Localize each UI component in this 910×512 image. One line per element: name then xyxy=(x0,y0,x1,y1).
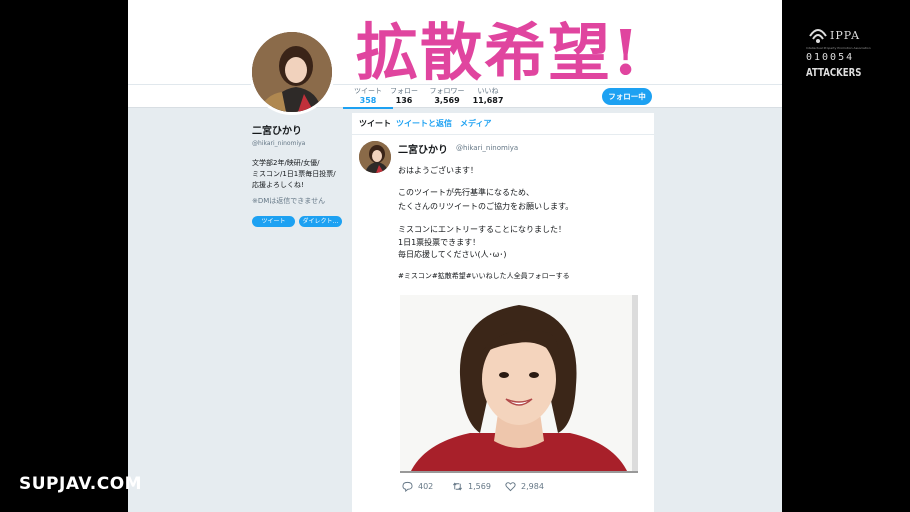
profile-avatar[interactable] xyxy=(249,29,335,115)
stat-likes-label: いいね xyxy=(477,87,499,95)
reply-icon xyxy=(402,481,413,492)
tab-media[interactable]: メディア xyxy=(460,118,491,129)
retweet-action[interactable]: 1,569 xyxy=(452,481,491,492)
like-action[interactable]: 2,984 xyxy=(505,481,544,492)
tweet-text-line: このツイートが先行基準になるため、 xyxy=(398,188,534,197)
dm-note: ※DMは返信できません xyxy=(252,197,326,205)
tweet-text-line: 1日1票投票できます！ xyxy=(398,238,481,247)
bio-line: ミスコン/1日1票毎日投票/ xyxy=(252,170,336,178)
bio-line: 応援よろしくね! xyxy=(252,181,304,189)
ippa-small-text: Intellectual Property Promotion Associat… xyxy=(806,46,871,50)
profile-bio: 文学部2年/映研/女優/ ミスコン/1日1票毎日投票/ 応援よろしくね! xyxy=(252,158,352,191)
profile-name: 二宮ひかり xyxy=(252,126,302,137)
stat-likes-value: 11,687 xyxy=(472,96,504,105)
tweet-hashtags[interactable]: #ミスコン#拡散希望#いいねした人全員フォローする xyxy=(398,271,570,281)
tweet-photo[interactable] xyxy=(400,295,638,473)
profile-nav: ツイート 358 フォロー 136 フォロワー 3,569 いいね 11,687… xyxy=(128,84,782,109)
tweet-author-name[interactable]: 二宮ひかり xyxy=(398,141,448,156)
retweet-icon xyxy=(453,482,462,491)
tab-tweets-replies[interactable]: ツイートと返信 xyxy=(396,118,452,129)
tweet-actions: 402 1,569 2,984 xyxy=(402,481,602,495)
banner-title: 拡散希望! xyxy=(356,16,642,89)
bio-line: 文学部2年/映研/女優/ xyxy=(252,159,320,167)
ippa-mark-icon xyxy=(809,29,827,43)
brand-logo: ATTACKERS xyxy=(806,66,862,79)
stat-likes[interactable]: いいね 11,687 xyxy=(463,87,513,106)
retweet-count: 1,569 xyxy=(468,482,491,491)
tweet-avatar[interactable] xyxy=(359,141,391,173)
reply-action[interactable]: 402 xyxy=(402,481,433,492)
ippa-text: IPPA xyxy=(830,29,861,42)
profile-banner: 拡散希望! xyxy=(128,0,782,89)
ippa-logo: IPPA Intellectual Property Promotion Ass… xyxy=(806,24,876,86)
tweet-text-line: たくさんのリツイートのご協力をお願いします。 xyxy=(398,202,574,211)
tweet-author-handle[interactable]: @hikari_ninomiya xyxy=(456,144,518,152)
direct-message-button[interactable]: ダイレクト… xyxy=(299,216,342,227)
tab-tweets[interactable]: ツイート xyxy=(359,118,391,129)
twitter-profile-screen: 拡散希望! ツイート 358 フォロー 136 フォロワー 3,569 いいね … xyxy=(128,0,782,512)
heart-icon xyxy=(505,482,516,492)
profile-card: 二宮ひかり @hikari_ninomiya 文学部2年/映研/女優/ ミスコン… xyxy=(252,122,352,227)
following-button[interactable]: フォロー中 xyxy=(602,88,652,105)
tweet-text-line: おはようございます！ xyxy=(398,166,478,175)
tweet-text-line: ミスコンにエントリーすることになりました！ xyxy=(398,225,566,234)
profile-handle: @hikari_ninomiya xyxy=(252,140,306,147)
site-watermark: SUPJAV.COM xyxy=(19,474,143,494)
timeline: ツイート ツイートと返信 メディア 二宮ひかり @hikari_ninomiya… xyxy=(352,113,654,512)
tweet-button[interactable]: ツイート xyxy=(252,216,295,227)
like-count: 2,984 xyxy=(521,482,544,491)
timeline-tabs: ツイート ツイートと返信 メディア xyxy=(352,113,654,135)
tweet-text-line: 毎日応援してください(人･ω･) xyxy=(398,250,507,259)
ippa-code: 010054 xyxy=(806,52,855,63)
reply-count: 402 xyxy=(418,482,434,491)
